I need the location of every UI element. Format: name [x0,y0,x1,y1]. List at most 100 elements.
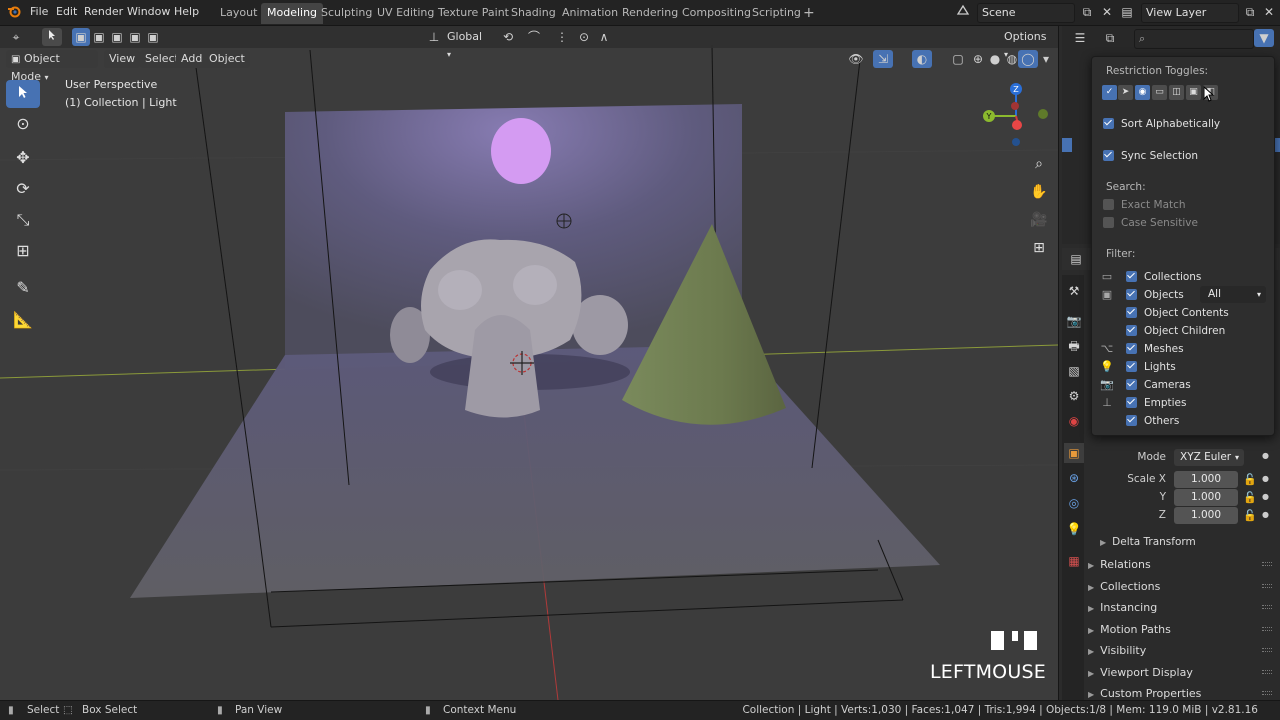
tool-tab-icon[interactable]: ⚒ [1064,281,1084,301]
move-tool-icon[interactable]: ✥ [6,144,40,172]
visibility-icon[interactable]: 👁 [846,50,866,68]
snap-icon[interactable]: ⌒ [524,28,544,46]
menu-edit[interactable]: Edit [56,5,77,18]
drag-handle-icon[interactable] [1262,562,1272,566]
scale-tool-icon[interactable]: ⤡ [6,206,40,234]
blender-logo-icon[interactable] [4,4,24,22]
select-mode-invert-icon[interactable]: ▣ [126,28,144,46]
scene-icon[interactable] [953,3,973,21]
new-view-layer-icon[interactable]: ⧉ [1240,3,1260,21]
panel-viewport-display[interactable]: ▶ Viewport Display [1088,662,1276,683]
sort-alphabetically-checkbox[interactable]: Sort Alphabetically [1103,117,1220,133]
select-mode-intersect-icon[interactable]: ▣ [144,28,162,46]
delete-scene-icon[interactable]: ✕ [1097,3,1117,21]
menu-view[interactable]: View [104,50,141,68]
xray-icon[interactable]: ▢ [948,50,968,68]
drag-handle-icon[interactable] [1262,605,1272,609]
camera-view-icon[interactable]: 🎥 [1026,207,1052,233]
tab-shading[interactable]: Shading [505,3,562,24]
outliner-search-input[interactable]: ⌕ [1134,29,1254,49]
exact-match-checkbox[interactable]: Exact Match [1103,198,1186,214]
measure-tool-icon[interactable]: 📐 [6,306,40,334]
scale-y-field[interactable]: 1.000 [1174,489,1238,506]
orientation-icon[interactable]: ⊥ [424,28,444,46]
editor-type-icon[interactable]: ⌖ [6,28,26,46]
scale-x-field[interactable]: 1.000 [1174,471,1238,488]
filter-meshes-checkbox[interactable]: Meshes [1126,342,1184,358]
view-layer-tab-icon[interactable]: ▧ [1064,361,1084,381]
menu-file[interactable]: File [30,5,48,18]
outliner-editor-type-icon[interactable]: ☰ [1070,29,1090,47]
filter-others-checkbox[interactable]: Others [1126,414,1179,430]
output-tab-icon[interactable]: 🖶 [1064,336,1084,356]
shading-options-icon[interactable]: ▾ [1036,50,1056,68]
3d-viewport[interactable] [0,26,1058,700]
eye-toggle-icon[interactable]: ◉ [1135,85,1150,100]
select-mode-extend-icon[interactable]: ▣ [90,28,108,46]
zoom-icon[interactable]: ⌕ [1026,151,1052,177]
panel-collections[interactable]: ▶ Collections [1088,576,1276,597]
menu-render[interactable]: Render [84,5,123,18]
panel-visibility[interactable]: ▶ Visibility [1088,640,1276,661]
proportional-edit-icon[interactable]: ⊙ [574,28,594,46]
select-box-tool-icon[interactable] [6,80,40,108]
filter-object-contents-checkbox[interactable]: Object Contents [1126,306,1229,322]
overlay-toggle-icon[interactable]: ◐ [912,50,932,68]
lock-icon[interactable]: 🔓 [1243,509,1257,522]
scale-z-field[interactable]: 1.000 [1174,507,1238,524]
panel-relations[interactable]: ▶ Relations [1088,554,1276,575]
rendered-shading-icon[interactable]: ◯ [1018,50,1038,68]
cursor-tool-icon[interactable]: ⊙ [6,110,40,138]
physics-tab-icon[interactable]: ◎ [1064,493,1084,513]
filter-empties-checkbox[interactable]: Empties [1126,396,1187,412]
menu-help[interactable]: Help [174,5,199,18]
tab-modeling[interactable]: Modeling [261,3,324,24]
menu-object[interactable]: Object [204,50,250,68]
add-workspace-button[interactable]: + [797,3,821,24]
delta-transform-subpanel[interactable]: ▶ Delta Transform [1100,532,1270,553]
options-dropdown[interactable]: Options ▾ [999,28,1058,59]
selectable-toggle-icon[interactable]: ➤ [1118,85,1133,100]
filter-objects-checkbox[interactable]: Objects [1126,288,1184,304]
filter-collections-checkbox[interactable]: Collections [1126,270,1201,286]
world-tab-icon[interactable]: ◉ [1064,411,1084,431]
sync-selection-checkbox[interactable]: Sync Selection [1103,149,1198,165]
panel-custom-properties[interactable]: ▶ Custom Properties [1088,683,1276,700]
rotate-tool-icon[interactable]: ⟳ [6,175,40,203]
pivot-point-icon[interactable]: ⟲ [498,28,518,46]
tab-rendering[interactable]: Rendering [616,3,684,24]
lock-icon[interactable]: 🔓 [1243,491,1257,504]
select-mode-subtract-icon[interactable]: ▣ [108,28,126,46]
filter-object-children-checkbox[interactable]: Object Children [1126,324,1225,340]
transform-tool-icon[interactable]: ⊞ [6,237,40,265]
delete-view-layer-icon[interactable]: ✕ [1259,3,1279,21]
filter-lights-checkbox[interactable]: Lights [1126,360,1176,376]
keyframe-dot-icon[interactable]: ● [1262,451,1269,460]
rotation-mode-dropdown[interactable]: XYZ Euler ▾ [1174,449,1244,466]
object-mode-dropdown[interactable]: ▣ Object Mode ▾ [6,50,98,83]
menu-add[interactable]: Add [176,50,208,68]
drag-handle-icon[interactable] [1262,670,1272,674]
texture-tab-icon[interactable]: ▦ [1064,551,1084,571]
orientation-dropdown[interactable]: Global ▾ [442,28,492,59]
keyframe-dot-icon[interactable]: ● [1262,510,1269,519]
render-tab-icon[interactable]: 📷 [1064,311,1084,331]
objects-filter-dropdown[interactable]: All ▾ [1200,286,1266,303]
keyframe-dot-icon[interactable]: ● [1262,492,1269,501]
tab-animation[interactable]: Animation [556,3,624,24]
drag-handle-icon[interactable] [1262,627,1272,631]
keyframe-dot-icon[interactable]: ● [1262,474,1269,483]
case-sensitive-checkbox[interactable]: Case Sensitive [1103,216,1198,232]
proportional-falloff-icon[interactable]: ∧ [594,28,614,46]
snap-target-icon[interactable]: ⋮ [552,28,572,46]
light-data-tab-icon[interactable]: 💡 [1064,519,1084,539]
properties-editor-type-icon[interactable]: ▤ [1066,250,1086,268]
panel-instancing[interactable]: ▶ Instancing [1088,597,1276,618]
navigation-gizmo[interactable]: Z Y [980,78,1052,154]
checkbox-toggle-icon[interactable]: ✓ [1102,85,1117,100]
annotate-tool-icon[interactable]: ✎ [6,274,40,302]
menu-window[interactable]: Window [127,5,170,18]
filter-cameras-checkbox[interactable]: Cameras [1126,378,1191,394]
panel-motion-paths[interactable]: ▶ Motion Paths [1088,619,1276,640]
select-mode-new-icon[interactable]: ▣ [72,28,90,46]
